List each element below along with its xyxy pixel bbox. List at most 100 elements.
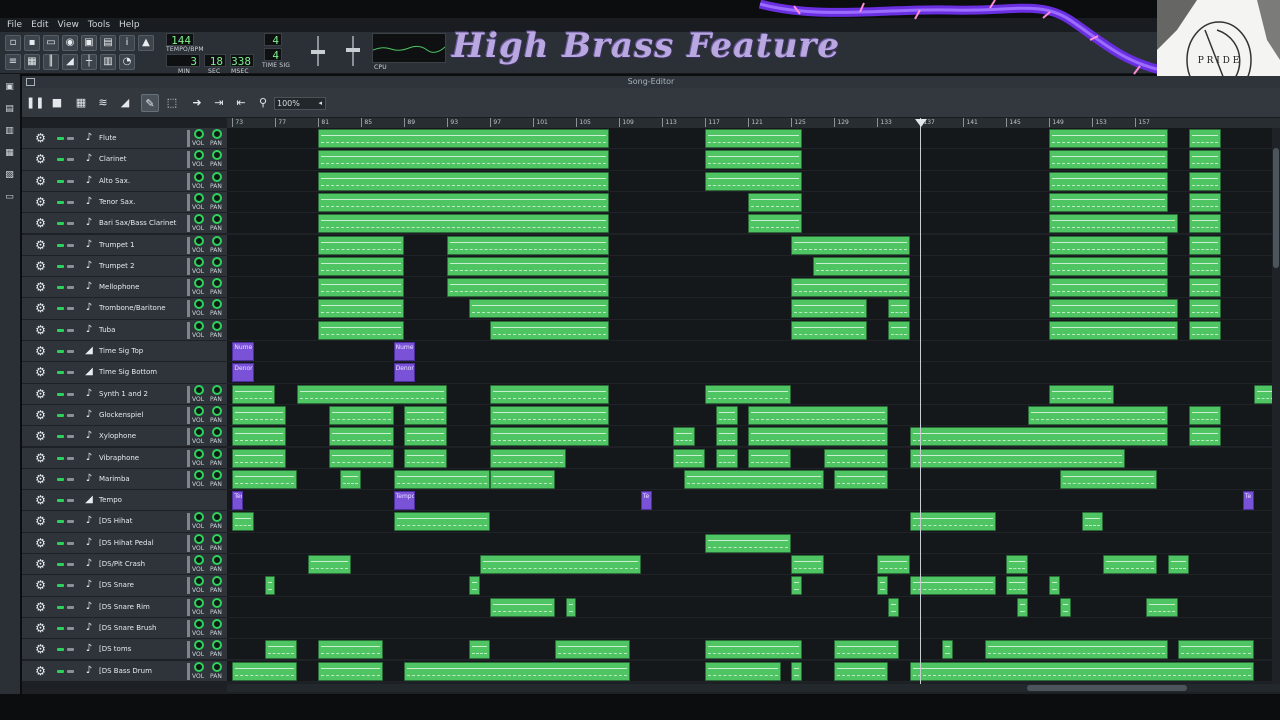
gear-icon[interactable]: ⚙ — [34, 621, 47, 635]
pattern-clip[interactable] — [834, 661, 889, 681]
pattern-clip[interactable] — [318, 320, 405, 340]
pattern-clip[interactable] — [1189, 299, 1222, 319]
track-header[interactable]: ⚙ ♪ Flute VOL PAN — [22, 128, 227, 150]
pattern-clip[interactable] — [705, 640, 803, 660]
track-header[interactable]: ⚙ ♪ Alto Sax. VOL PAN — [22, 170, 227, 192]
pattern-clip[interactable] — [1027, 405, 1168, 425]
pattern-clip[interactable] — [318, 150, 609, 170]
mute-toggle[interactable] — [57, 286, 64, 290]
pattern-clip[interactable] — [318, 214, 609, 234]
gear-icon[interactable]: ⚙ — [34, 515, 47, 528]
pattern-clip[interactable] — [404, 448, 448, 468]
solo-toggle[interactable] — [67, 563, 74, 566]
track-name[interactable]: [DS Hihat Pedal — [99, 533, 154, 554]
pan-knob[interactable] — [212, 129, 222, 139]
track-lane[interactable] — [227, 554, 1280, 576]
track-header[interactable]: ⚙ ♪ Tuba VOL PAN — [22, 319, 227, 341]
mute-toggle[interactable] — [57, 626, 64, 630]
track-lane[interactable] — [227, 128, 1280, 150]
pattern-clip[interactable] — [791, 661, 803, 681]
gear-icon[interactable]: ⚙ — [34, 132, 47, 145]
auto-scroll-icon[interactable]: ➜ — [188, 94, 206, 112]
pan-knob[interactable] — [212, 384, 222, 395]
pattern-clip[interactable] — [1189, 192, 1222, 212]
pan-knob[interactable] — [212, 256, 222, 267]
instrument-plugins-icon[interactable]: ▣ — [4, 82, 15, 93]
new-project-icon[interactable]: ▫ — [5, 35, 21, 51]
track-header[interactable]: ⚙ ♪ [DS Snare VOL PAN — [22, 575, 227, 597]
gear-icon[interactable]: ⚙ — [34, 366, 47, 379]
pattern-clip[interactable] — [1081, 512, 1104, 532]
track-name[interactable]: [DS Bass Drum — [99, 661, 152, 682]
volume-knob[interactable] — [194, 427, 204, 438]
pattern-clip[interactable] — [683, 469, 824, 489]
pattern-clip[interactable] — [834, 469, 889, 489]
pattern-clip[interactable] — [877, 555, 910, 574]
pattern-clip[interactable] — [791, 555, 824, 574]
gear-icon[interactable]: ⚙ — [34, 451, 47, 465]
pattern-clip[interactable] — [393, 469, 491, 489]
pattern-clip[interactable] — [307, 555, 351, 574]
track-name[interactable]: [DS Hihat — [99, 511, 132, 532]
gear-icon[interactable]: ⚙ — [34, 153, 47, 166]
pattern-clip[interactable] — [716, 405, 738, 425]
volume-knob[interactable] — [194, 640, 204, 651]
volume-knob[interactable] — [194, 320, 204, 331]
pattern-clip[interactable] — [490, 405, 609, 425]
my-presets-icon[interactable]: ▦ — [4, 148, 15, 159]
volume-knob[interactable] — [194, 597, 204, 608]
track-header[interactable]: ⚙ ♪ Vibraphone VOL PAN — [22, 447, 227, 469]
track-name[interactable]: Mellophone — [99, 277, 139, 298]
mute-toggle[interactable] — [57, 584, 64, 588]
pattern-clip[interactable] — [888, 320, 910, 340]
mute-toggle[interactable] — [57, 179, 64, 183]
pattern-clip[interactable] — [748, 405, 889, 425]
volume-knob[interactable] — [194, 618, 204, 629]
track-name[interactable]: Clarinet — [99, 149, 126, 170]
pattern-clip[interactable] — [1049, 235, 1168, 255]
pattern-clip[interactable] — [447, 235, 609, 255]
pattern-clip[interactable] — [232, 384, 276, 404]
pattern-clip[interactable] — [888, 299, 910, 319]
pattern-clip[interactable] — [1049, 320, 1179, 340]
automation-clip[interactable]: Denor — [232, 363, 254, 383]
zoom-select[interactable]: 100% ◂ — [274, 97, 326, 110]
pattern-clip[interactable] — [1189, 150, 1222, 170]
mixer-icon[interactable]: ┼ — [81, 54, 97, 70]
track-lane[interactable] — [227, 575, 1280, 597]
mute-toggle[interactable] — [57, 413, 64, 417]
gear-icon[interactable]: ⚙ — [34, 430, 47, 443]
track-name[interactable]: Vibraphone — [99, 448, 139, 469]
window-menu-icon[interactable] — [26, 78, 35, 86]
scroll-thumb[interactable] — [1273, 148, 1279, 268]
mute-toggle[interactable] — [57, 541, 64, 545]
volume-knob[interactable] — [194, 150, 204, 161]
pattern-clip[interactable] — [447, 278, 609, 298]
track-header[interactable]: ⚙ ◢ Time Sig Top — [22, 341, 227, 363]
automation-editor-icon[interactable]: ◢ — [62, 54, 78, 70]
whats-this-icon[interactable]: i — [119, 35, 135, 51]
pan-knob[interactable] — [212, 320, 222, 331]
pattern-clip[interactable] — [705, 533, 792, 553]
track-lane[interactable] — [227, 468, 1280, 491]
gear-icon[interactable]: ⚙ — [34, 494, 47, 507]
mute-toggle[interactable] — [57, 563, 64, 566]
pattern-clip[interactable] — [490, 448, 566, 468]
track-header[interactable]: ⚙ ♪ [DS Hihat VOL PAN — [22, 511, 227, 533]
pan-knob[interactable] — [212, 278, 222, 289]
track-lane[interactable]: Denor Denor — [227, 362, 1280, 384]
solo-toggle[interactable] — [67, 648, 74, 652]
track-name[interactable]: [DS Snare Brush — [99, 618, 156, 639]
automation-clip[interactable]: Te — [640, 491, 652, 511]
recent-projects-icon[interactable]: ◉ — [62, 35, 78, 51]
mute-toggle[interactable] — [57, 200, 64, 204]
pattern-clip[interactable] — [318, 661, 383, 681]
mute-toggle[interactable] — [57, 222, 64, 226]
solo-toggle[interactable] — [67, 137, 74, 140]
pattern-clip[interactable] — [716, 448, 738, 468]
controller-rack-icon[interactable]: ▥ — [100, 54, 116, 70]
gear-icon[interactable]: ⚙ — [34, 217, 47, 230]
track-name[interactable]: Tempo — [99, 490, 122, 511]
pattern-clip[interactable] — [339, 469, 362, 489]
track-name[interactable]: [DS/Pit Crash — [99, 554, 145, 575]
